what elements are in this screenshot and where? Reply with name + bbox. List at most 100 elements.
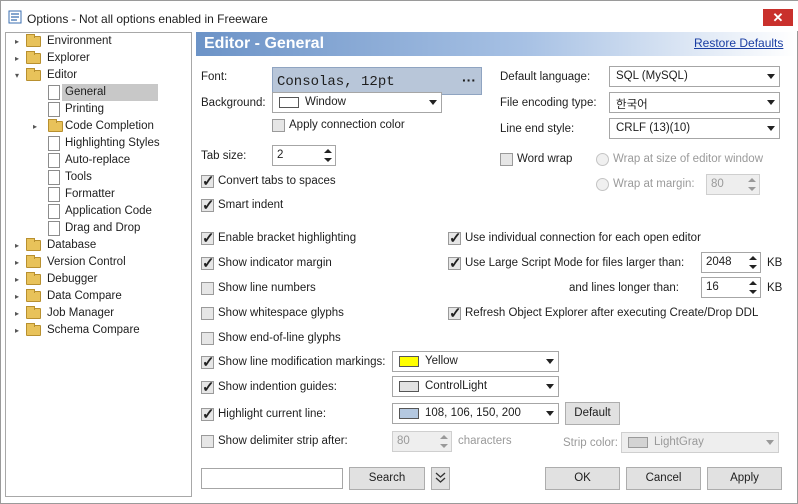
line-modification-color-combo[interactable]: Yellow	[392, 351, 559, 372]
spin-down-icon[interactable]	[748, 187, 756, 191]
tree-item[interactable]: Tools	[6, 169, 191, 186]
spin-down-icon[interactable]	[324, 158, 332, 162]
expand-arrow-icon[interactable]: ▸	[31, 118, 39, 135]
line-numbers-checkbox[interactable]	[201, 282, 214, 295]
expand-arrow-icon[interactable]: ▸	[13, 288, 21, 305]
collapse-arrow-icon[interactable]: ▾	[13, 67, 21, 84]
tree-item[interactable]: ▸ Code Completion	[6, 118, 191, 135]
tree-item[interactable]: Highlighting Styles	[6, 135, 191, 152]
search-input[interactable]	[201, 468, 343, 489]
whitespace-glyphs-checkbox[interactable]	[201, 307, 214, 320]
smart-indent-checkbox[interactable]	[201, 196, 215, 214]
wrap-margin-spinner[interactable]: 80	[706, 174, 760, 195]
tree-item[interactable]: ▸ Explorer	[6, 50, 191, 67]
restore-defaults-link[interactable]: Restore Defaults	[694, 36, 783, 50]
default-language-combo[interactable]: SQL (MySQL)	[609, 66, 780, 87]
tree-item[interactable]: ▸ Version Control	[6, 254, 191, 271]
expand-arrow-icon[interactable]: ▸	[13, 271, 21, 288]
search-button[interactable]: Search	[349, 467, 425, 490]
large-script-checkbox[interactable]	[448, 254, 462, 272]
tree-item[interactable]: ▸ Data Compare	[6, 288, 191, 305]
wrap-editor-radio[interactable]	[596, 153, 609, 166]
lines-longer-spinner[interactable]: 16	[701, 277, 761, 298]
tree-item[interactable]: Formatter	[6, 186, 191, 203]
convert-tabs-label: Convert tabs to spaces	[218, 175, 336, 187]
spin-down-icon[interactable]	[749, 265, 757, 269]
spin-down-icon[interactable]	[749, 290, 757, 294]
close-icon[interactable]: ✕	[763, 9, 793, 26]
spin-up-icon[interactable]	[749, 281, 757, 285]
tree-item-label: Application Code	[65, 205, 152, 217]
line-numbers-label: Show line numbers	[218, 282, 316, 294]
chevron-double-down-icon[interactable]	[431, 467, 450, 490]
tab-size-spinner[interactable]: 2	[272, 145, 336, 166]
strip-color-combo[interactable]: LightGray	[621, 432, 779, 453]
expand-arrow-icon[interactable]: ▸	[13, 237, 21, 254]
tree-item[interactable]: ▾ Editor	[6, 67, 191, 84]
indention-guides-color-combo[interactable]: ControlLight	[392, 376, 559, 397]
tree-item-label: General	[62, 84, 158, 101]
tree-item-label: Data Compare	[47, 290, 122, 302]
cancel-button[interactable]: Cancel	[626, 467, 701, 490]
eol-glyphs-checkbox[interactable]	[201, 332, 214, 345]
expand-arrow-icon[interactable]: ▸	[13, 305, 21, 322]
folder-icon	[48, 119, 63, 132]
chevron-down-icon	[767, 126, 775, 131]
options-tree[interactable]: ▸ Environment ▸ Explorer ▾ Editor General Print…	[5, 32, 192, 497]
expand-arrow-icon[interactable]: ▸	[13, 254, 21, 271]
tree-item[interactable]: Printing	[6, 101, 191, 118]
expand-arrow-icon[interactable]: ▸	[13, 50, 21, 67]
chevron-down-icon	[766, 440, 774, 445]
indention-guides-checkbox[interactable]	[201, 378, 215, 396]
ellipsis-icon[interactable]: ···	[462, 72, 476, 88]
lines-longer-label: and lines longer than:	[569, 282, 679, 294]
line-modification-color-value: Yellow	[425, 355, 458, 367]
tree-item[interactable]: ▸ Job Manager	[6, 305, 191, 322]
tree-item-label: Environment	[47, 35, 112, 47]
large-script-size-spinner[interactable]: 2048	[701, 252, 761, 273]
spin-down-icon[interactable]	[440, 444, 448, 448]
chevron-down-icon	[767, 74, 775, 79]
highlight-line-color-combo[interactable]: 108, 106, 150, 200	[392, 403, 559, 424]
delimiter-spinner[interactable]: 80	[392, 431, 452, 452]
background-combo[interactable]: Window	[272, 92, 442, 113]
default-color-button[interactable]: Default	[565, 402, 620, 425]
delimiter-strip-checkbox[interactable]	[201, 435, 214, 448]
folder-icon	[26, 238, 41, 251]
tree-item[interactable]: ▸ Schema Compare	[6, 322, 191, 339]
word-wrap-checkbox[interactable]	[500, 153, 513, 166]
tree-item[interactable]: General	[6, 84, 191, 101]
spin-up-icon[interactable]	[324, 149, 332, 153]
page-icon	[48, 204, 60, 219]
tree-item-label: Job Manager	[47, 307, 115, 319]
spin-up-icon[interactable]	[748, 178, 756, 182]
tree-item[interactable]: Auto-replace	[6, 152, 191, 169]
wrap-margin-radio[interactable]	[596, 178, 609, 191]
tree-item[interactable]: Application Code	[6, 203, 191, 220]
refresh-object-explorer-label: Refresh Object Explorer after executing …	[465, 307, 759, 319]
background-swatch	[279, 97, 299, 108]
lines-longer-value: 16	[706, 281, 719, 293]
expand-arrow-icon[interactable]: ▸	[13, 322, 21, 339]
file-encoding-combo[interactable]: 한국어	[609, 92, 780, 113]
spin-up-icon[interactable]	[440, 435, 448, 439]
apply-connection-color-checkbox[interactable]	[272, 119, 285, 132]
line-end-combo[interactable]: CRLF (13)(10)	[609, 118, 780, 139]
tree-item[interactable]: ▸ Database	[6, 237, 191, 254]
individual-connection-checkbox[interactable]	[448, 229, 462, 247]
line-modification-checkbox[interactable]	[201, 353, 215, 371]
indicator-margin-checkbox[interactable]	[201, 254, 215, 272]
spin-up-icon[interactable]	[749, 256, 757, 260]
highlight-line-checkbox[interactable]	[201, 405, 215, 423]
expand-arrow-icon[interactable]: ▸	[13, 33, 21, 50]
convert-tabs-checkbox[interactable]	[201, 172, 215, 190]
tree-item[interactable]: Drag and Drop	[6, 220, 191, 237]
apply-button[interactable]: Apply	[707, 467, 782, 490]
bracket-highlighting-checkbox[interactable]	[201, 229, 215, 247]
font-selector[interactable]: Consolas, 12pt ···	[272, 67, 482, 95]
tree-item[interactable]: ▸ Debugger	[6, 271, 191, 288]
refresh-object-explorer-checkbox[interactable]	[448, 304, 462, 322]
tree-item[interactable]: ▸ Environment	[6, 33, 191, 50]
ok-button[interactable]: OK	[545, 467, 620, 490]
delimiter-strip-label: Show delimiter strip after:	[218, 435, 348, 447]
